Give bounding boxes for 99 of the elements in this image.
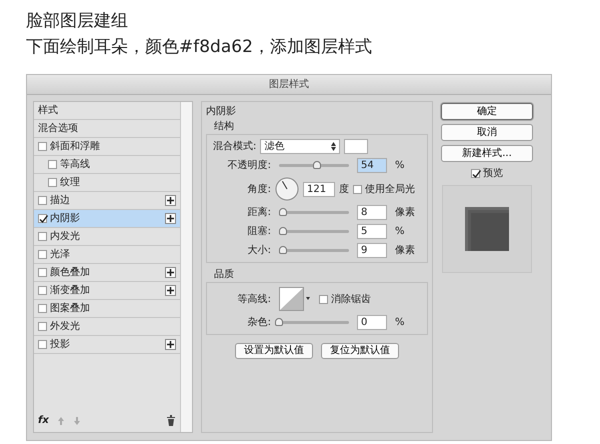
- window-title: 图层样式: [27, 75, 551, 95]
- item-label: 渐变叠加: [50, 284, 91, 298]
- style-list-item[interactable]: 纹理: [34, 174, 180, 192]
- item-label: 投影: [50, 338, 71, 352]
- field-label: 大小:: [246, 244, 271, 258]
- add-icon[interactable]: [165, 339, 176, 350]
- value-field[interactable]: 54: [357, 158, 387, 173]
- style-list-item[interactable]: 投影: [34, 336, 180, 354]
- item-label: 图案叠加: [50, 302, 91, 316]
- style-list-item[interactable]: 内阴影: [34, 210, 180, 228]
- field-label: 角度:: [246, 182, 271, 196]
- group-title: 结构: [214, 120, 235, 134]
- field-label: 阻塞:: [246, 224, 271, 239]
- item-label: 混合选项: [38, 122, 79, 136]
- field-label: 混合模式:: [213, 140, 256, 154]
- unit-label: %: [395, 225, 405, 239]
- angle-dial[interactable]: [275, 177, 299, 201]
- checkbox-label: 使用全局光: [365, 182, 415, 196]
- value-field[interactable]: 9: [357, 243, 387, 258]
- checkbox[interactable]: [319, 294, 328, 304]
- default-button[interactable]: 复位为默认值: [321, 343, 399, 359]
- slider[interactable]: [279, 249, 349, 252]
- unit-label: %: [395, 159, 405, 173]
- checkbox[interactable]: [38, 340, 47, 349]
- unit-label: 度: [339, 182, 349, 196]
- checkbox[interactable]: [38, 214, 47, 223]
- field-label: 等高线:: [236, 292, 271, 306]
- checkbox[interactable]: [38, 232, 47, 241]
- value-field[interactable]: 8: [357, 205, 387, 220]
- style-list-item[interactable]: 内发光: [34, 228, 180, 246]
- default-button[interactable]: 设置为默认值: [235, 343, 313, 359]
- group-title: 品质: [214, 268, 235, 282]
- checkbox[interactable]: [38, 304, 47, 313]
- checkbox[interactable]: [38, 142, 47, 151]
- checkbox[interactable]: [38, 196, 47, 205]
- item-label: 外发光: [50, 320, 81, 334]
- checkbox[interactable]: [38, 250, 47, 259]
- checkbox[interactable]: [38, 268, 47, 277]
- item-label: 斜面和浮雕: [50, 140, 101, 154]
- color-swatch[interactable]: [344, 139, 368, 154]
- slider-thumb[interactable]: [278, 208, 286, 216]
- checkbox[interactable]: [38, 286, 47, 295]
- slider-thumb[interactable]: [312, 161, 321, 169]
- add-icon[interactable]: [165, 213, 176, 224]
- unit-label: 像素: [395, 206, 415, 220]
- angle-field[interactable]: 121: [303, 182, 335, 196]
- stepper-icon[interactable]: [331, 142, 336, 151]
- value-field[interactable]: 5: [357, 224, 387, 239]
- unit-label: %: [395, 316, 405, 330]
- checkbox-label: 预览: [483, 167, 503, 181]
- slider[interactable]: [279, 164, 349, 167]
- scrollbar[interactable]: [180, 102, 192, 432]
- style-list-item[interactable]: 光泽: [34, 246, 180, 264]
- item-label: 描边: [50, 194, 71, 208]
- item-label: 内发光: [50, 230, 81, 244]
- checkbox[interactable]: [471, 169, 480, 178]
- checkbox-label: 消除锯齿: [331, 292, 371, 306]
- unit-label: 像素: [395, 244, 415, 258]
- fx-button[interactable]: fx: [38, 413, 49, 428]
- group-title: 内阴影: [206, 104, 237, 119]
- slider[interactable]: [279, 211, 349, 214]
- dialog-button[interactable]: 确定: [441, 103, 533, 120]
- item-label: 内阴影: [50, 212, 81, 226]
- contour-picker[interactable]: [279, 287, 311, 311]
- checkbox[interactable]: [48, 160, 57, 169]
- down-arrow-icon[interactable]: [72, 416, 81, 426]
- slider[interactable]: [279, 230, 349, 233]
- dialog-button[interactable]: 新建样式...: [441, 145, 533, 162]
- style-list-item[interactable]: 外发光: [34, 318, 180, 336]
- dialog-button[interactable]: 取消: [441, 124, 533, 141]
- style-list-item[interactable]: 等高线: [34, 156, 180, 174]
- style-list-item[interactable]: 图案叠加: [34, 300, 180, 318]
- add-icon[interactable]: [165, 195, 176, 206]
- style-list-item[interactable]: 斜面和浮雕: [34, 138, 180, 156]
- checkbox[interactable]: [353, 184, 362, 194]
- add-icon[interactable]: [165, 267, 176, 278]
- heading: 脸部图层建组: [26, 10, 129, 33]
- trash-icon[interactable]: [166, 415, 176, 426]
- slider-thumb[interactable]: [275, 318, 283, 326]
- item-label: 等高线: [60, 158, 91, 172]
- field-label: 距离:: [246, 206, 271, 220]
- heading: 下面绘制耳朵，颜色#f8da62，添加图层样式: [26, 36, 373, 59]
- add-icon[interactable]: [165, 285, 176, 296]
- preview-drawing: [465, 207, 509, 251]
- field-label: 不透明度:: [226, 158, 271, 173]
- value-field[interactable]: 0: [357, 315, 387, 330]
- checkbox[interactable]: [38, 322, 47, 331]
- style-list-item[interactable]: 渐变叠加: [34, 282, 180, 300]
- field-label: 杂色:: [246, 316, 271, 330]
- item-label: 纹理: [60, 176, 81, 190]
- slider-thumb[interactable]: [278, 246, 286, 254]
- style-list-item[interactable]: 颜色叠加: [34, 264, 180, 282]
- item-label: 样式: [38, 104, 59, 118]
- slider-thumb[interactable]: [278, 227, 286, 235]
- item-label: 光泽: [50, 248, 71, 262]
- checkbox[interactable]: [48, 178, 57, 187]
- blend-mode-dropdown[interactable]: 滤色: [260, 139, 340, 154]
- item-label: 颜色叠加: [50, 266, 91, 280]
- up-arrow-icon[interactable]: [56, 416, 65, 426]
